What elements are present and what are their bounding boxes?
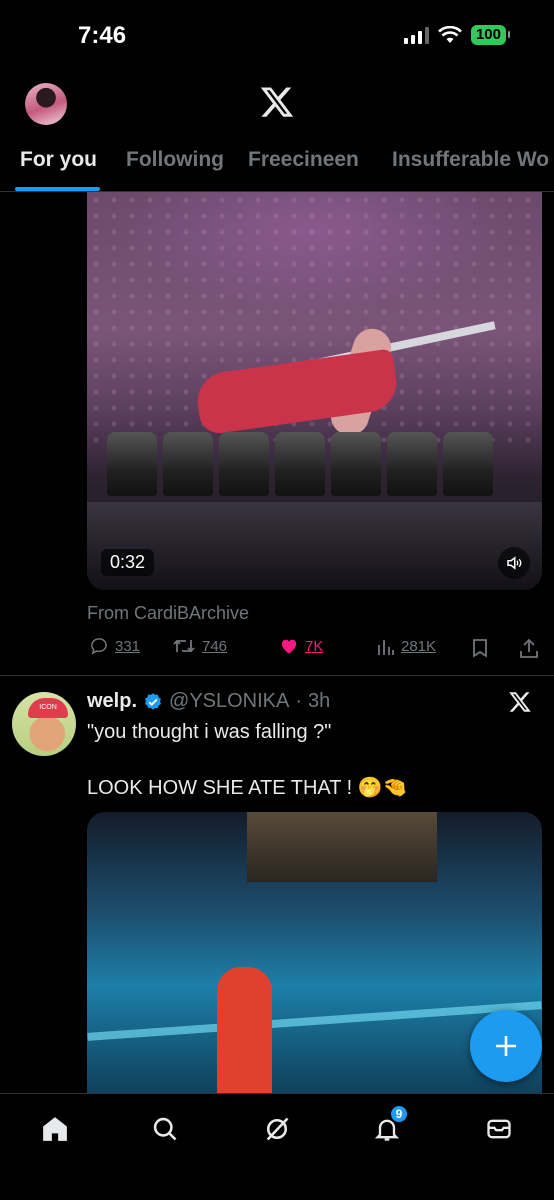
tab-for-you[interactable]: For you bbox=[20, 148, 97, 172]
notification-count-badge: 9 bbox=[389, 1104, 409, 1124]
status-icons: 100 bbox=[403, 25, 511, 45]
grok-icon bbox=[266, 1117, 289, 1141]
nav-messages[interactable] bbox=[482, 1112, 516, 1146]
video-frame-stage-lights bbox=[87, 432, 542, 502]
reply-count: 331 bbox=[115, 637, 141, 655]
views-button[interactable]: 281K bbox=[377, 636, 436, 656]
speaker-muted-icon bbox=[507, 556, 522, 570]
status-time: 7:46 bbox=[78, 22, 127, 49]
view-count: 281K bbox=[401, 637, 437, 655]
tweet-text-line: "you thought i was falling ?" bbox=[87, 721, 332, 743]
video-frame-performer bbox=[217, 967, 272, 1102]
video-player[interactable]: 0:32 bbox=[87, 192, 542, 590]
active-tab-indicator bbox=[15, 187, 100, 191]
home-icon bbox=[43, 1117, 67, 1141]
reply-button[interactable]: 331 bbox=[89, 636, 140, 656]
tweet-text-line: LOOK HOW SHE ATE THAT ! 🤭🤏 bbox=[87, 777, 408, 799]
avatar-cap: ICON bbox=[28, 698, 68, 718]
nav-home[interactable] bbox=[38, 1112, 72, 1146]
author-name[interactable]: welp. bbox=[87, 690, 137, 713]
nav-grok[interactable] bbox=[260, 1112, 294, 1146]
nav-notifications[interactable]: 9 bbox=[370, 1104, 409, 1146]
video-duration: 0:32 bbox=[101, 549, 155, 576]
bottom-navigation: 9 bbox=[0, 1093, 554, 1200]
tab-following[interactable]: Following bbox=[126, 148, 224, 172]
bookmark-icon[interactable] bbox=[471, 638, 489, 658]
tweet-divider bbox=[0, 675, 554, 676]
tab-insufferable[interactable]: Insufferable Wo bbox=[392, 148, 549, 172]
views-chart-icon bbox=[378, 640, 394, 655]
heart-icon bbox=[281, 639, 297, 654]
repost-icon bbox=[173, 639, 195, 653]
x-logo-icon[interactable] bbox=[259, 84, 295, 120]
status-bar: 7:46 100 bbox=[0, 0, 554, 72]
profile-avatar[interactable] bbox=[25, 83, 67, 125]
search-icon bbox=[153, 1117, 177, 1141]
like-button[interactable]: 7K bbox=[279, 636, 323, 656]
video-frame-stage bbox=[87, 502, 542, 590]
tweet-header: welp. @YSLONIKA · 3h bbox=[87, 690, 330, 713]
repost-button[interactable]: 746 bbox=[172, 636, 227, 656]
plus-icon bbox=[496, 1036, 516, 1056]
tweet-text: "you thought i was falling ?" LOOK HOW S… bbox=[87, 718, 527, 802]
verified-badge-icon bbox=[145, 692, 162, 710]
battery-indicator: 100 bbox=[470, 25, 511, 45]
video-frame-screen bbox=[247, 812, 437, 882]
mute-button[interactable] bbox=[498, 547, 530, 579]
tweet-action-bar: 331 746 7K 281K bbox=[87, 636, 547, 662]
timeline-tabs: For you Following Freecineen Insufferabl… bbox=[0, 136, 554, 192]
compose-post-button[interactable] bbox=[470, 1010, 542, 1082]
top-header: For you Following Freecineen Insufferabl… bbox=[0, 72, 554, 192]
reply-icon bbox=[91, 638, 107, 655]
x-logo-small-icon[interactable] bbox=[508, 690, 532, 714]
author-handle[interactable]: @YSLONIKA bbox=[169, 690, 289, 713]
like-count: 7K bbox=[305, 637, 324, 655]
tab-freecineen[interactable]: Freecineen bbox=[248, 148, 359, 172]
media-source-label[interactable]: From CardiBArchive bbox=[87, 603, 249, 624]
author-avatar[interactable]: ICON bbox=[12, 692, 76, 756]
nav-search[interactable] bbox=[148, 1112, 182, 1146]
repost-count: 746 bbox=[202, 637, 228, 655]
tweet-timestamp[interactable]: 3h bbox=[308, 690, 330, 713]
wifi-icon bbox=[438, 26, 462, 43]
share-icon[interactable] bbox=[519, 637, 539, 659]
mail-icon bbox=[487, 1119, 511, 1139]
cellular-signal-icon bbox=[403, 26, 429, 44]
handle-separator: · bbox=[295, 690, 303, 712]
